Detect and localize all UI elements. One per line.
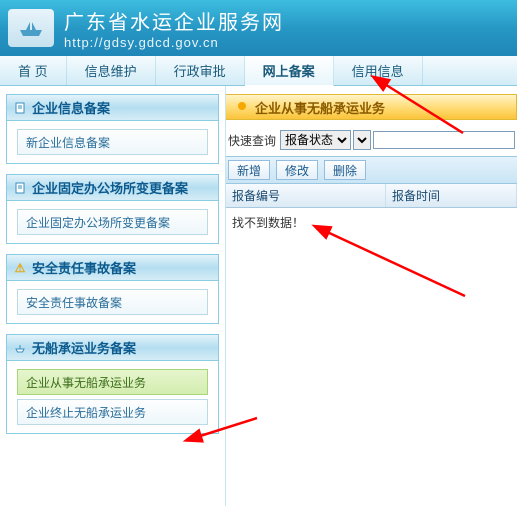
- sidebar-item-nvocc-terminate[interactable]: 企业终止无船承运业务: [17, 399, 208, 425]
- panel-title: 安全责任事故备案: [32, 258, 136, 277]
- panel-enterprise: 企业信息备案 新企业信息备案: [6, 94, 219, 164]
- toolbar: 新增 修改 删除: [226, 156, 517, 184]
- delete-button[interactable]: 删除: [324, 160, 366, 180]
- sidebar-item-new-enterprise[interactable]: 新企业信息备案: [17, 129, 208, 155]
- nav-info[interactable]: 信息维护: [67, 56, 156, 85]
- grid-col-id[interactable]: 报备编号: [226, 184, 386, 207]
- warn-icon: ⚠: [13, 261, 27, 275]
- nav-admin[interactable]: 行政审批: [156, 56, 245, 85]
- query-bar: 快速查询 报备状态: [226, 124, 517, 156]
- sidebar-item-safety[interactable]: 安全责任事故备案: [17, 289, 208, 315]
- query-select[interactable]: 报备状态: [280, 130, 351, 150]
- doc-icon: [13, 181, 27, 195]
- doc-icon: [13, 101, 27, 115]
- main-content: 企业从事无船承运业务 快速查询 报备状态 新增 修改 删除 报备编号 报备时间 …: [226, 86, 517, 506]
- nav-filing[interactable]: 网上备案: [245, 56, 334, 86]
- query-select-2[interactable]: [353, 130, 371, 150]
- sidebar: 企业信息备案 新企业信息备案 企业固定办公场所变更备案 企业固定办公场所变更备案…: [0, 86, 226, 506]
- app-logo: [8, 9, 54, 47]
- add-button[interactable]: 新增: [228, 160, 270, 180]
- panel-safety: ⚠ 安全责任事故备案 安全责任事故备案: [6, 254, 219, 324]
- panel-title: 无船承运业务备案: [32, 338, 136, 357]
- query-input[interactable]: [373, 131, 515, 149]
- panel-title: 企业信息备案: [32, 98, 110, 117]
- panel-office: 企业固定办公场所变更备案 企业固定办公场所变更备案: [6, 174, 219, 244]
- nav-credit[interactable]: 信用信息: [334, 56, 423, 85]
- panel-nvocc: 无船承运业务备案 企业从事无船承运业务 企业终止无船承运业务: [6, 334, 219, 434]
- grid-col-time[interactable]: 报备时间: [386, 184, 517, 207]
- nav-home[interactable]: 首 页: [0, 56, 67, 85]
- app-title: 广东省水运企业服务网: [64, 6, 284, 35]
- ship-icon: [13, 341, 27, 355]
- sidebar-item-office-change[interactable]: 企业固定办公场所变更备案: [17, 209, 208, 235]
- main-nav: 首 页 信息维护 行政审批 网上备案 信用信息: [0, 56, 517, 86]
- app-header: 广东省水运企业服务网 http://gdsy.gdcd.gov.cn: [0, 0, 517, 56]
- star-icon: [236, 100, 250, 114]
- panel-title: 企业固定办公场所变更备案: [32, 178, 188, 197]
- query-label: 快速查询: [228, 132, 276, 149]
- ship-icon: [16, 16, 46, 40]
- grid-header: 报备编号 报备时间: [226, 184, 517, 208]
- page-title: 企业从事无船承运业务: [255, 98, 385, 117]
- app-url: http://gdsy.gdcd.gov.cn: [64, 35, 284, 50]
- grid-empty: 找不到数据！: [226, 208, 517, 237]
- edit-button[interactable]: 修改: [276, 160, 318, 180]
- sidebar-item-nvocc-engage[interactable]: 企业从事无船承运业务: [17, 369, 208, 395]
